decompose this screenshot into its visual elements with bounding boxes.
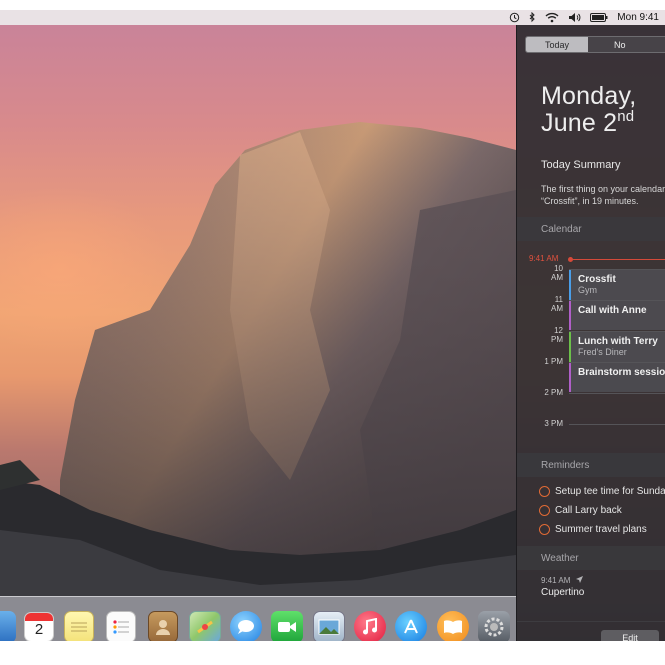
nc-tab-control: Today No xyxy=(525,36,665,53)
dock-app-ibooks[interactable] xyxy=(437,611,469,641)
menubar-clock[interactable]: Mon 9:41 xyxy=(617,10,659,25)
today-summary-text: The first thing on your calendar “Crossf… xyxy=(541,183,665,207)
tab-today[interactable]: Today xyxy=(526,37,588,52)
hour-label: 1 PM xyxy=(544,357,563,366)
dock-app-iphoto[interactable] xyxy=(313,611,345,641)
dock-app-facetime[interactable] xyxy=(271,611,303,641)
dock-app-calendar[interactable]: 2 xyxy=(24,612,54,641)
event-title: Call with Anne xyxy=(578,305,647,316)
hour-label: 11 AM xyxy=(551,295,563,313)
menu-bar: Mon 9:41 xyxy=(0,10,665,25)
time-machine-icon[interactable] xyxy=(509,10,520,25)
calendar-header: Calendar xyxy=(541,224,582,235)
hour-line xyxy=(569,393,665,394)
dock-app-itunes[interactable] xyxy=(354,611,386,641)
event-title: Brainstorm session w xyxy=(578,367,665,378)
event-location: Fred's Diner xyxy=(578,347,627,357)
date-weekday: Monday, xyxy=(541,82,637,110)
dock-app-contacts[interactable] xyxy=(148,611,178,641)
hour-label: 12 PM xyxy=(551,326,563,344)
calendar-event-crossfit[interactable]: Crossfit Gym xyxy=(569,270,665,300)
current-time-dot xyxy=(568,257,573,262)
dock-app-messages[interactable] xyxy=(230,611,262,641)
reminder-text: Summer travel plans xyxy=(555,524,647,535)
calendar-event-call-with-anne[interactable]: Call with Anne xyxy=(569,301,665,330)
bluetooth-icon[interactable] xyxy=(529,10,536,25)
today-summary-title: Today Summary xyxy=(541,159,621,171)
reminders-header-band xyxy=(517,453,665,477)
dock-app-preview[interactable] xyxy=(0,611,16,641)
calendar-icon-header xyxy=(25,613,53,621)
bottom-margin xyxy=(0,641,665,665)
tab-notifications[interactable]: No xyxy=(588,37,665,52)
calendar-icon-day: 2 xyxy=(34,621,44,638)
today-summary-line2: “Crossfit”, in 19 minutes. xyxy=(541,196,639,206)
hour-line xyxy=(569,424,665,425)
hour-label: 3 PM xyxy=(544,419,563,428)
reminder-text: Setup tee time for Sunday xyxy=(555,486,665,497)
desktop: Mon 9:41 2 Today No Monday, June 2nd Tod… xyxy=(0,10,665,641)
reminder-checkbox[interactable] xyxy=(539,524,550,535)
reminder-item[interactable]: Summer travel plans xyxy=(539,524,647,535)
reminders-header: Reminders xyxy=(541,460,590,471)
reminder-item[interactable]: Setup tee time for Sunday xyxy=(539,486,665,497)
calendar-event-brainstorm[interactable]: Brainstorm session w xyxy=(569,363,665,392)
weather-time: 9:41 AM xyxy=(541,576,584,585)
event-title: Crossfit xyxy=(578,274,616,285)
dock-app-system-preferences[interactable] xyxy=(478,611,510,641)
current-time-line xyxy=(569,259,665,260)
event-title: Lunch with Terry xyxy=(578,336,658,347)
reminder-checkbox[interactable] xyxy=(539,505,550,516)
reminder-text: Call Larry back xyxy=(555,505,622,516)
date-day: June 2 xyxy=(541,109,618,137)
edit-button[interactable]: Edit xyxy=(601,630,659,641)
weather-header: Weather xyxy=(541,553,579,564)
event-location: Gym xyxy=(578,285,597,295)
reminder-item[interactable]: Call Larry back xyxy=(539,505,622,516)
weather-city: Cupertino xyxy=(541,587,585,598)
weather-time-label: 9:41 AM xyxy=(541,576,571,585)
reminder-checkbox[interactable] xyxy=(539,486,550,497)
current-time-label: 9:41 AM xyxy=(529,254,559,263)
hour-label: 10 AM xyxy=(551,264,563,282)
battery-icon[interactable] xyxy=(590,10,608,25)
dock-app-maps[interactable] xyxy=(189,611,221,641)
dock-app-app-store[interactable] xyxy=(395,611,427,641)
weather-header-band xyxy=(517,546,665,570)
date-month-day: June 2nd xyxy=(541,108,635,138)
notification-center: Today No Monday, June 2nd Today Summary … xyxy=(516,25,665,641)
calendar-header-band xyxy=(517,217,665,241)
today-summary-line1: The first thing on your calendar xyxy=(541,184,665,194)
dock-app-reminders[interactable] xyxy=(106,611,136,641)
hour-label: 2 PM xyxy=(544,388,563,397)
wifi-icon[interactable] xyxy=(545,10,559,25)
volume-icon[interactable] xyxy=(568,10,581,25)
footer-divider xyxy=(517,621,665,622)
dock-app-notes[interactable] xyxy=(64,611,94,641)
date-suffix: nd xyxy=(617,108,635,125)
location-arrow-icon xyxy=(576,576,584,585)
calendar-event-lunch-with-terry[interactable]: Lunch with Terry Fred's Diner xyxy=(569,332,665,362)
